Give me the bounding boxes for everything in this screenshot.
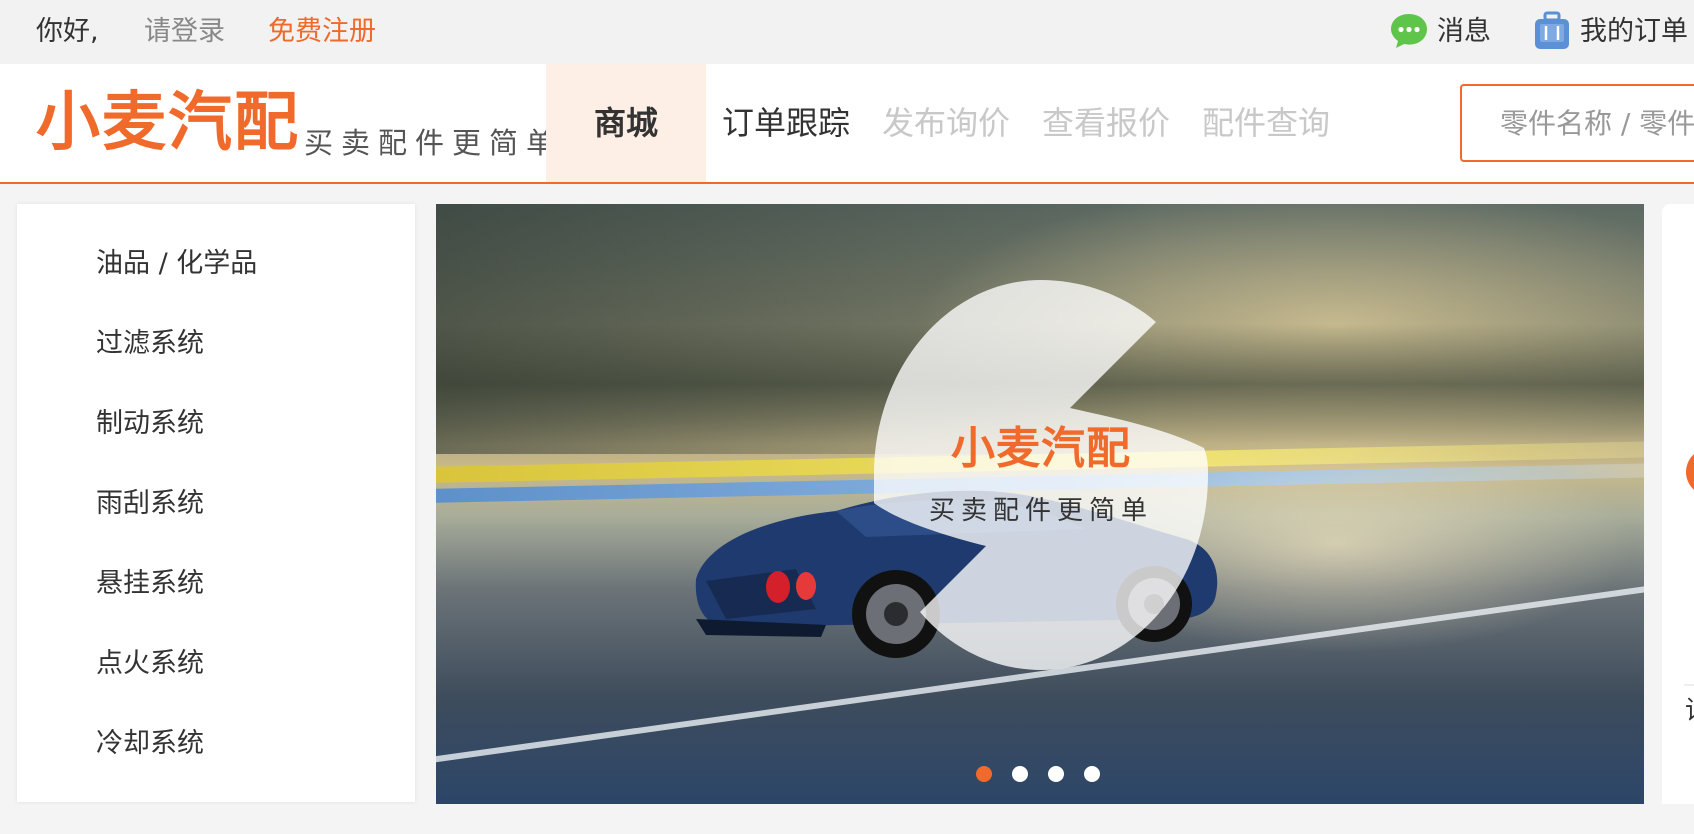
hero-banner-carousel[interactable]: 小麦汽配 买卖配件更简单 — [436, 204, 1644, 804]
category-wipers[interactable]: 雨刮系统 — [96, 486, 204, 522]
panel-text: 请 — [1685, 690, 1694, 727]
top-utility-bar: 你好, 请登录 免费注册 消息 我的订单 — [0, 0, 1694, 64]
nav-parts-lookup[interactable]: 配件查询 — [1202, 64, 1330, 182]
nav-mall[interactable]: 商城 — [546, 64, 706, 182]
panel-divider — [1684, 684, 1694, 686]
chat-bubble-icon[interactable] — [1388, 11, 1430, 51]
site-logo[interactable]: 小麦汽配 — [36, 86, 300, 160]
banner-logo: 小麦汽配 — [951, 423, 1131, 474]
category-filtration[interactable]: 过滤系统 — [96, 326, 204, 362]
carousel-dot-3[interactable] — [1048, 766, 1064, 782]
suitcase-icon[interactable] — [1532, 10, 1572, 52]
search-input[interactable] — [1460, 84, 1694, 162]
greeting-text: 你好, — [36, 16, 99, 47]
carousel-dot-4[interactable] — [1084, 766, 1100, 782]
my-orders-link[interactable]: 我的订单 — [1580, 14, 1688, 50]
site-slogan: 买卖配件更简单 — [304, 126, 564, 160]
carousel-dot-1[interactable] — [976, 766, 992, 782]
category-sidebar: 油品 / 化学品 过滤系统 制动系统 雨刮系统 悬挂系统 点火系统 冷却系统 — [17, 204, 415, 802]
login-link[interactable]: 请登录 — [144, 14, 225, 50]
nav-view-quotes[interactable]: 查看报价 — [1042, 64, 1170, 182]
right-user-panel: 请 — [1662, 204, 1694, 804]
category-ignition[interactable]: 点火系统 — [96, 646, 204, 682]
category-oils-chemicals[interactable]: 油品 / 化学品 — [96, 246, 257, 282]
register-link[interactable]: 免费注册 — [268, 14, 376, 50]
messages-link[interactable]: 消息 — [1437, 14, 1491, 50]
category-brakes[interactable]: 制动系统 — [96, 406, 204, 442]
category-suspension[interactable]: 悬挂系统 — [96, 566, 204, 602]
user-avatar[interactable] — [1686, 448, 1694, 496]
main-header: 小麦汽配 买卖配件更简单 商城 订单跟踪 发布询价 查看报价 配件查询 — [0, 64, 1694, 184]
banner-slogan: 买卖配件更简单 — [928, 496, 1153, 526]
category-cooling[interactable]: 冷却系统 — [96, 726, 204, 762]
carousel-dot-2[interactable] — [1012, 766, 1028, 782]
nav-post-inquiry[interactable]: 发布询价 — [882, 64, 1010, 182]
nav-order-tracking[interactable]: 订单跟踪 — [722, 64, 850, 182]
